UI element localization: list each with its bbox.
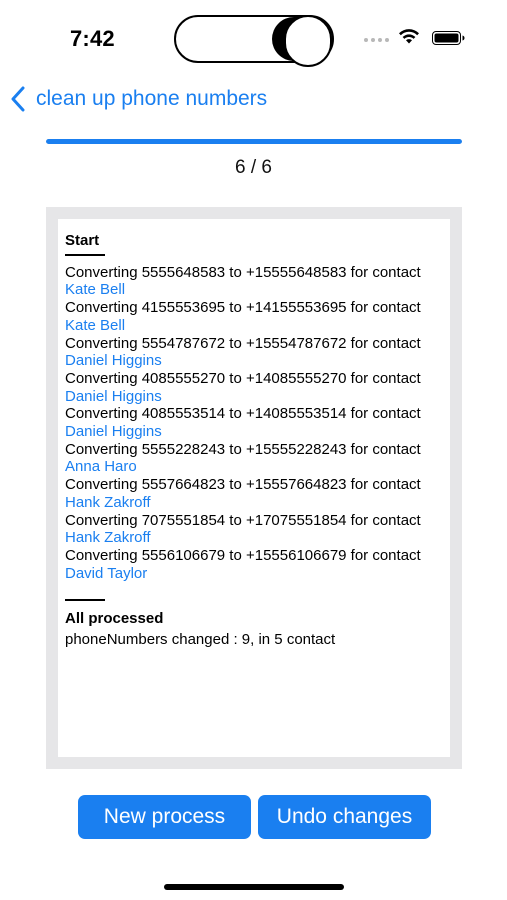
progress-bar xyxy=(46,139,462,144)
contact-link[interactable]: Hank Zakroff xyxy=(65,529,443,547)
new-process-button[interactable]: New process xyxy=(78,795,251,839)
contact-link[interactable]: Daniel Higgins xyxy=(65,352,443,370)
log-entry-text: Converting 4085553514 to +14085553514 fo… xyxy=(65,405,421,423)
log-entry-text: Converting 5555648583 to +15555648583 fo… xyxy=(65,263,421,281)
log-summary: phoneNumbers changed : 9, in 5 contact xyxy=(65,631,336,649)
log-start-heading: Start xyxy=(65,232,100,249)
status-time: 7:42 xyxy=(70,26,115,51)
contact-link[interactable]: Hank Zakroff xyxy=(65,494,443,512)
home-indicator[interactable] xyxy=(164,884,344,890)
divider xyxy=(65,253,105,256)
contact-link[interactable]: Daniel Higgins xyxy=(65,388,443,406)
log-panel: Start Converting 5555648583 to +15555648… xyxy=(46,207,462,769)
undo-changes-button[interactable]: Undo changes xyxy=(258,795,431,839)
progress-label: 6 / 6 xyxy=(235,157,272,178)
log-entries: Converting 5555648583 to +15555648583 fo… xyxy=(65,264,443,583)
log-entry-text: Converting 4085555270 to +14085555270 fo… xyxy=(65,369,421,387)
dynamic-island xyxy=(174,15,334,67)
contact-link[interactable]: Daniel Higgins xyxy=(65,423,443,441)
divider xyxy=(65,599,105,602)
status-bar: 7:42 xyxy=(0,0,507,78)
contact-link[interactable]: Kate Bell xyxy=(65,317,443,335)
contact-link[interactable]: Kate Bell xyxy=(65,281,443,299)
log-entry-text: Converting 7075551854 to +17075551854 fo… xyxy=(65,511,421,529)
log-entry-text: Converting 5555228243 to +15555228243 fo… xyxy=(65,440,421,458)
contact-link[interactable]: Anna Haro xyxy=(65,458,443,476)
chevron-left-icon xyxy=(11,86,25,112)
back-button-label: clean up phone numbers xyxy=(36,87,268,110)
log-entry-text: Converting 4155553695 to +14155553695 fo… xyxy=(65,299,421,317)
log-entry-text: Converting 5557664823 to +15557664823 fo… xyxy=(65,476,421,494)
log-text-view[interactable]: Start Converting 5555648583 to +15555648… xyxy=(58,219,450,757)
log-end-heading: All processed xyxy=(65,610,164,628)
progress-fill xyxy=(46,139,462,144)
wifi-icon xyxy=(399,29,419,44)
contact-link[interactable]: David Taylor xyxy=(65,565,443,583)
log-entry-text: Converting 5554787672 to +15554787672 fo… xyxy=(65,334,421,352)
battery-icon xyxy=(432,31,465,45)
back-button[interactable]: clean up phone numbers xyxy=(10,84,267,114)
cellular-signal-icon xyxy=(364,38,389,42)
log-entry-text: Converting 5556106679 to +15556106679 fo… xyxy=(65,546,421,564)
